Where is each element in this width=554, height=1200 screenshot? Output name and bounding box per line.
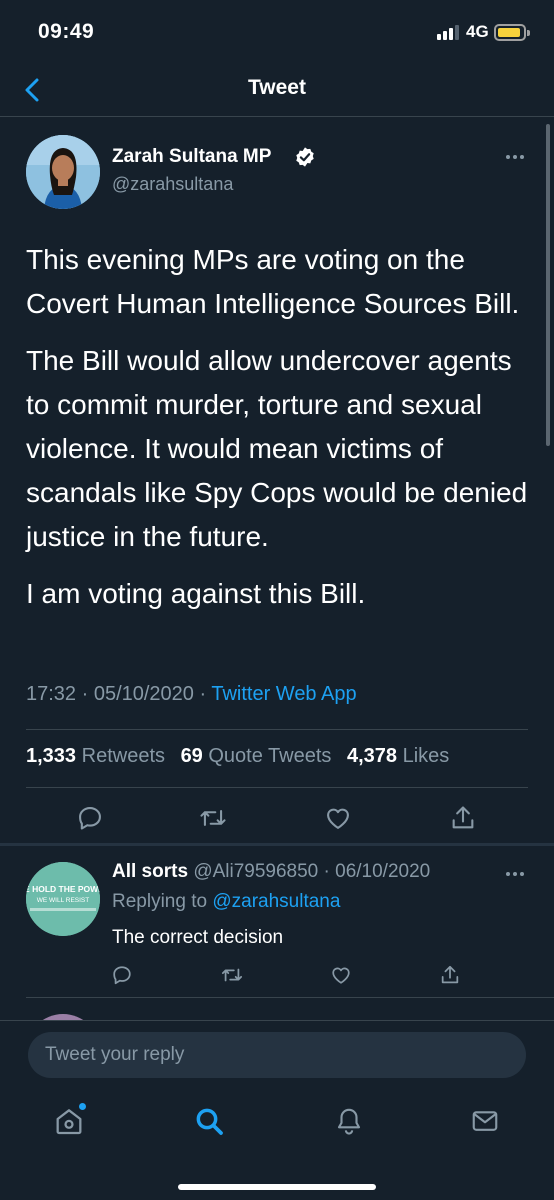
divider xyxy=(26,787,528,788)
more-horizontal-icon[interactable] xyxy=(500,145,530,169)
avatar-text: WE WILL RESIST xyxy=(37,897,90,904)
replying-prefix: Replying to xyxy=(112,891,208,912)
reply-author-name[interactable]: All sorts xyxy=(112,861,188,882)
divider xyxy=(26,729,528,730)
author-name[interactable]: Zarah Sultana MP xyxy=(112,146,271,168)
avatar-text: WE HOLD THE POWER xyxy=(26,884,100,894)
home-icon xyxy=(56,1109,82,1135)
reply-author-handle[interactable]: @Ali79596850 · 06/10/2020 xyxy=(193,861,430,882)
reply-icon xyxy=(113,966,131,985)
mail-icon xyxy=(472,1111,498,1131)
tab-home[interactable] xyxy=(47,1099,91,1143)
reply-share-button[interactable] xyxy=(433,958,467,992)
reply-reply-button[interactable] xyxy=(105,958,139,992)
tab-bar xyxy=(0,1099,554,1147)
notification-dot xyxy=(79,1103,86,1110)
author-handle[interactable]: @zarahsultana xyxy=(112,174,233,195)
retweet-button[interactable] xyxy=(193,798,233,838)
heart-icon xyxy=(327,808,349,829)
share-button[interactable] xyxy=(443,798,483,838)
author-avatar[interactable] xyxy=(26,135,100,209)
like-button[interactable] xyxy=(318,798,358,838)
likes-stat[interactable]: 4,378 Likes xyxy=(347,745,449,767)
verified-badge-icon xyxy=(296,147,314,167)
page-title: Tweet xyxy=(248,76,306,99)
reply-like-button[interactable] xyxy=(324,958,358,992)
section-divider xyxy=(0,843,554,846)
search-icon xyxy=(196,1108,223,1135)
scrollbar[interactable] xyxy=(546,124,550,446)
share-icon xyxy=(452,806,474,829)
tweet-source-link[interactable]: Twitter Web App xyxy=(211,683,356,705)
reply-avatar[interactable]: WE HOLD THE POWER WE WILL RESIST xyxy=(26,862,100,936)
reply-header: All sorts @Ali79596850 · 06/10/2020 xyxy=(112,861,430,883)
reply-retweet-button[interactable] xyxy=(215,958,249,992)
retweets-stat[interactable]: 1,333 Retweets xyxy=(26,745,165,767)
tweet-paragraph: The Bill would allow undercover agents t… xyxy=(26,345,528,552)
tweet-paragraph: This evening MPs are voting on the Cover… xyxy=(26,244,520,319)
battery-icon xyxy=(494,24,530,41)
tab-notifications[interactable] xyxy=(327,1099,371,1143)
reply-button[interactable] xyxy=(70,798,110,838)
retweet-icon xyxy=(221,968,243,982)
signal-icon xyxy=(437,24,459,40)
replying-to-link[interactable]: @zarahsultana xyxy=(212,891,340,912)
home-indicator[interactable] xyxy=(178,1184,376,1190)
tweet-stats: 1,333 Retweets 69 Quote Tweets 4,378 Lik… xyxy=(26,745,459,768)
status-time: 09:49 xyxy=(38,20,95,43)
reply-input[interactable] xyxy=(28,1032,526,1078)
tab-messages[interactable] xyxy=(463,1099,507,1143)
more-horizontal-icon[interactable] xyxy=(500,862,530,886)
tweet-timestamp: 17:32 · 05/10/2020 · xyxy=(26,683,207,705)
network-label: 4G xyxy=(466,22,489,41)
bell-icon xyxy=(337,1108,361,1135)
reply-icon xyxy=(79,807,101,830)
replying-to: Replying to @zarahsultana xyxy=(112,891,340,913)
tweet-paragraph: I am voting against this Bill. xyxy=(26,578,366,609)
share-icon xyxy=(441,965,459,984)
tweet-actions xyxy=(0,798,554,838)
tab-search[interactable] xyxy=(187,1099,231,1143)
next-reply-peek xyxy=(0,998,554,1020)
nav-header: Tweet xyxy=(0,62,554,117)
bottom-area xyxy=(0,1020,554,1200)
reply-text: The correct decision xyxy=(112,927,284,948)
heart-icon xyxy=(332,967,350,984)
quote-tweets-stat[interactable]: 69 Quote Tweets xyxy=(181,745,332,767)
retweet-icon xyxy=(200,810,226,826)
status-bar: 09:49 4G xyxy=(0,0,554,62)
tweet-meta: 17:32 · 05/10/2020 · Twitter Web App xyxy=(26,683,357,706)
tweet-text: This evening MPs are voting on the Cover… xyxy=(26,238,531,629)
reply-actions xyxy=(0,958,554,992)
